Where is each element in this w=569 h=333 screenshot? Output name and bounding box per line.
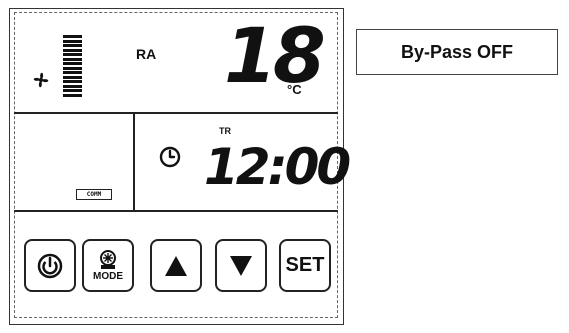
mode-button-label: MODE xyxy=(93,270,123,282)
set-button-label: SET xyxy=(285,254,325,276)
mode-button[interactable]: MODE xyxy=(82,239,134,292)
set-button[interactable]: SET xyxy=(279,239,331,292)
divider-vertical xyxy=(133,112,135,212)
arrow-down-icon xyxy=(230,255,252,276)
time-value: 12:00 xyxy=(204,138,351,196)
clock-icon xyxy=(159,146,181,168)
mode-icon xyxy=(100,249,116,269)
down-button[interactable] xyxy=(215,239,267,292)
ra-label: RA xyxy=(136,46,157,62)
bypass-status: By-Pass OFF xyxy=(356,29,558,75)
fan-speed-bars xyxy=(63,35,82,98)
power-button[interactable] xyxy=(24,239,76,292)
tr-label: TR xyxy=(219,126,231,136)
up-button[interactable] xyxy=(150,239,202,292)
arrow-up-icon xyxy=(165,255,187,276)
fan-icon xyxy=(33,72,49,88)
temperature-unit: °C xyxy=(287,82,302,97)
divider-top xyxy=(14,112,338,114)
comm-indicator: COMM xyxy=(76,189,112,200)
power-icon xyxy=(37,253,63,278)
temperature-value: 18 xyxy=(224,11,326,100)
divider-bottom xyxy=(14,210,338,212)
